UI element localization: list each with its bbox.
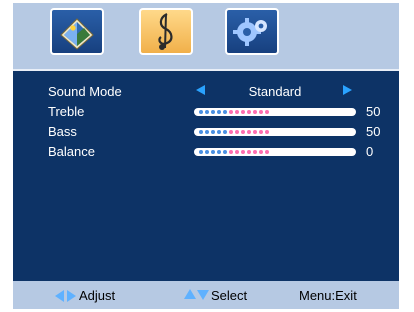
slider-dot [211, 110, 215, 114]
down-arrow-key-icon [197, 290, 209, 300]
slider-dot [211, 130, 215, 134]
right-arrow-key-icon [67, 290, 76, 302]
slider-dot [253, 150, 257, 154]
slider-dot [235, 110, 239, 114]
slider-dot [217, 110, 221, 114]
footer-bar: Adjust Select Menu:Exit [13, 281, 399, 309]
right-arrow-icon[interactable] [343, 85, 352, 95]
slider-dot [199, 110, 203, 114]
slider-dot [247, 150, 251, 154]
sound-mode-label: Sound Mode [48, 84, 122, 99]
bass-slider[interactable] [194, 128, 356, 136]
slider-dot [199, 150, 203, 154]
slider-dot [235, 130, 239, 134]
balance-value: 0 [366, 144, 374, 159]
slider-dot [223, 130, 227, 134]
up-arrow-key-icon [184, 289, 196, 299]
slider-dot [205, 130, 209, 134]
slider-dot [241, 110, 245, 114]
footer-adjust: Adjust [79, 288, 116, 303]
slider-dot [205, 110, 209, 114]
slider-dot [211, 150, 215, 154]
slider-dot [259, 110, 263, 114]
balance-label: Balance [48, 144, 95, 159]
slider-dot [229, 110, 233, 114]
slider-dot [259, 130, 263, 134]
slider-dot [253, 110, 257, 114]
treble-label: Treble [48, 104, 85, 119]
slider-dot [229, 130, 233, 134]
slider-dot [247, 130, 251, 134]
left-arrow-key-icon [55, 290, 64, 302]
slider-dot [241, 150, 245, 154]
header-divider [13, 69, 399, 71]
slider-dot [253, 130, 257, 134]
gear-icon [233, 18, 267, 46]
slider-dot [241, 130, 245, 134]
balance-slider[interactable] [194, 148, 356, 156]
left-arrow-icon[interactable] [196, 85, 205, 95]
sound-menu-osd: Sound Mode Standard Treble 50 Bass 50 Ba… [13, 3, 399, 309]
bass-value: 50 [366, 124, 381, 139]
treble-slider[interactable] [194, 108, 356, 116]
sound-mode-value[interactable]: Standard [217, 84, 333, 100]
slider-dot [247, 110, 251, 114]
treble-value: 50 [366, 104, 381, 119]
slider-dot [265, 110, 269, 114]
slider-dot [217, 130, 221, 134]
picture-icon [60, 18, 94, 50]
slider-dot [265, 150, 269, 154]
slider-dot [229, 150, 233, 154]
slider-dot [217, 150, 221, 154]
slider-dot [199, 130, 203, 134]
slider-dot [223, 150, 227, 154]
footer-menu-exit: Menu:Exit [299, 288, 357, 303]
slider-dot [223, 110, 227, 114]
tab-setup[interactable] [225, 8, 279, 55]
footer-select: Select [211, 288, 248, 303]
slider-dot [259, 150, 263, 154]
tab-sound[interactable] [139, 8, 193, 55]
tab-picture[interactable] [50, 8, 104, 55]
slider-dot [205, 150, 209, 154]
slider-dot [235, 150, 239, 154]
music-note-icon [158, 13, 173, 50]
bass-label: Bass [48, 124, 77, 139]
top-tab-bar [13, 3, 399, 69]
slider-dot [265, 130, 269, 134]
